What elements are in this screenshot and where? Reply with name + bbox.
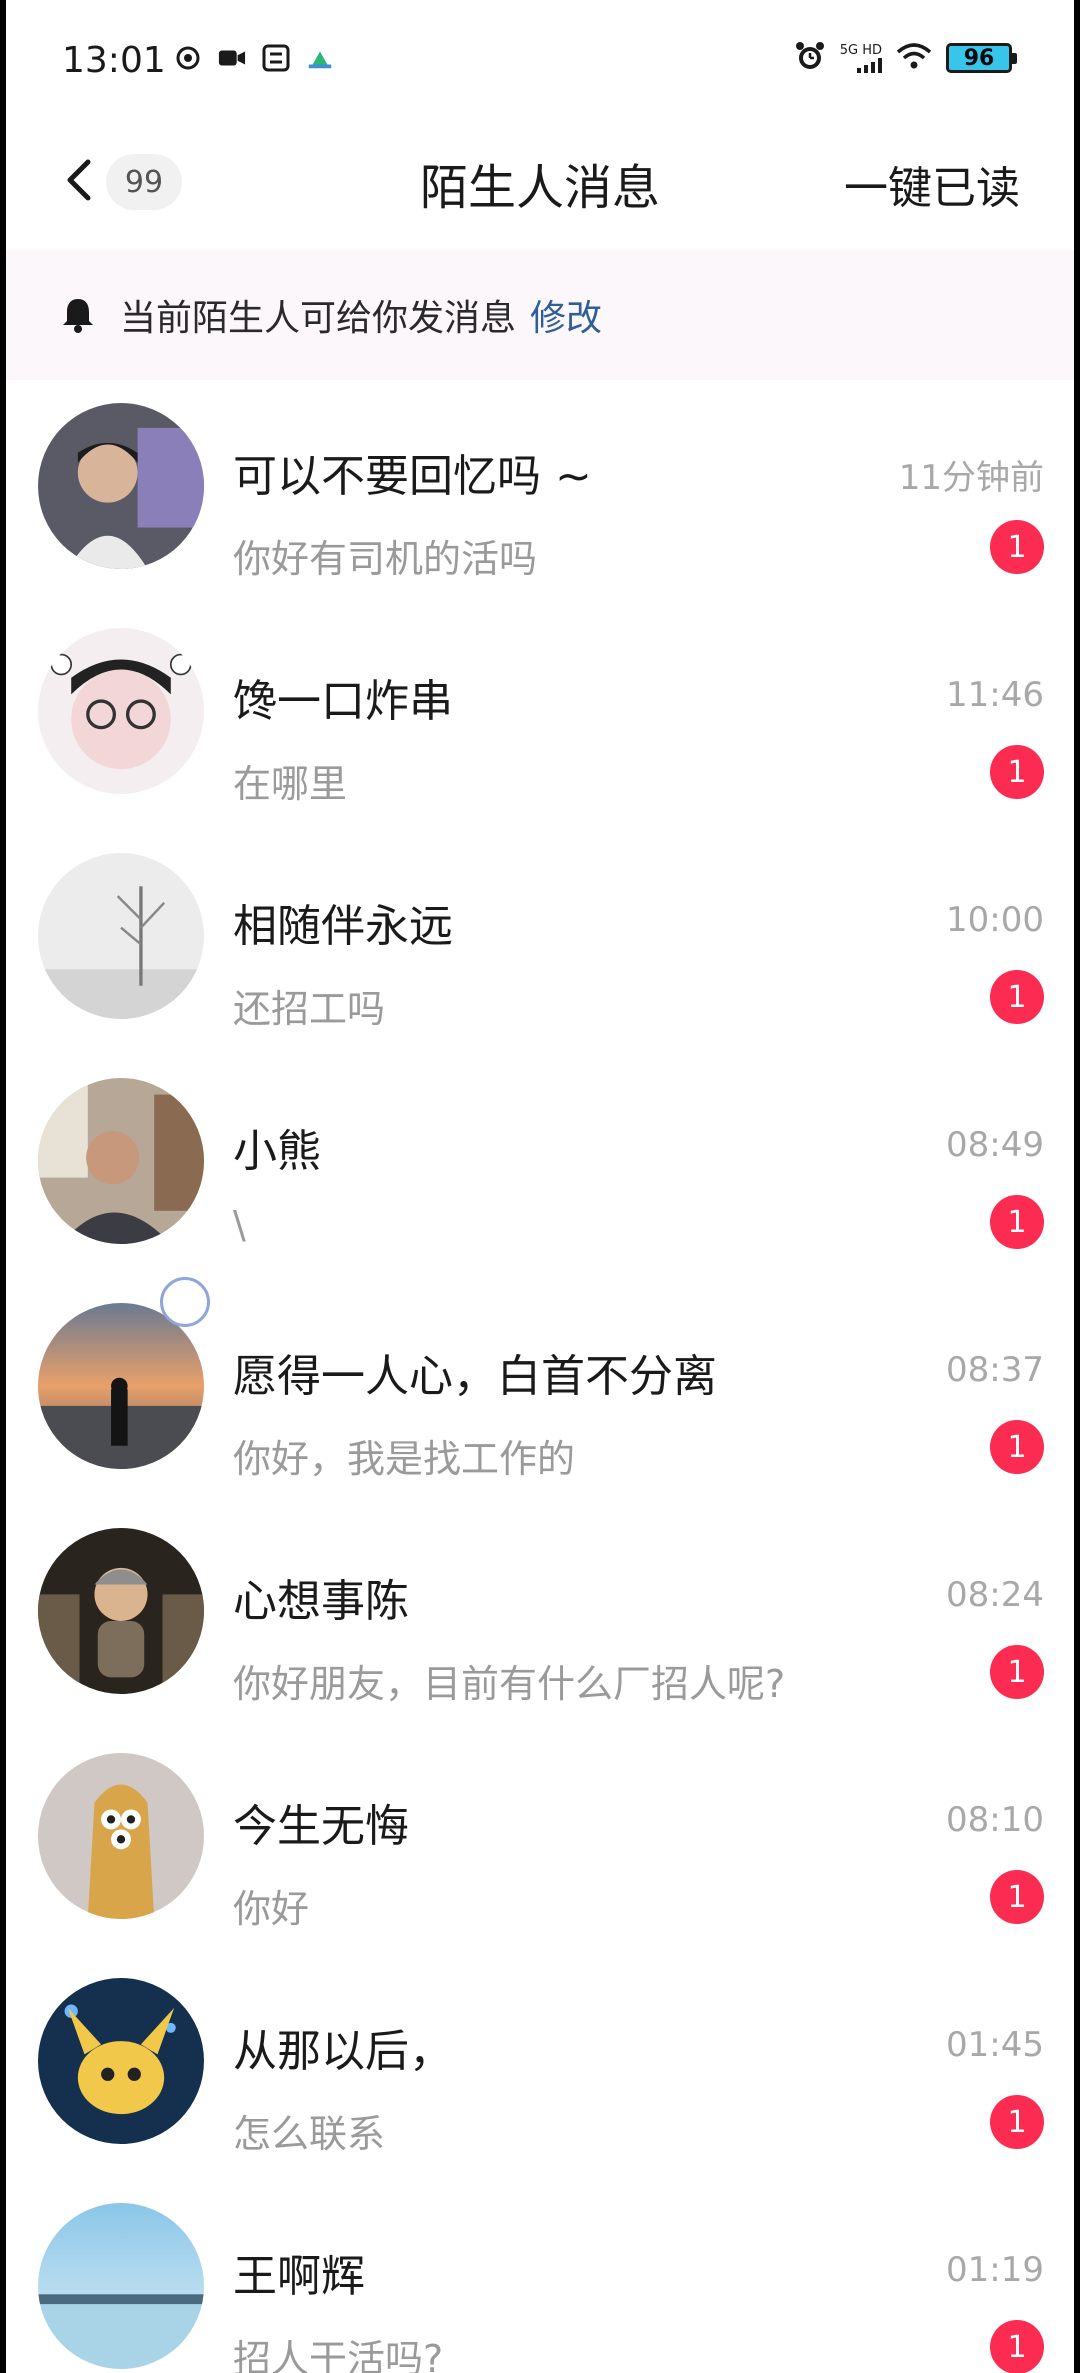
message-time: 08:10 (946, 1800, 1044, 1840)
battery-icon: 96 (946, 43, 1017, 73)
contact-name: 心想事陈 (233, 1576, 409, 1627)
message-time: 08:49 (946, 1125, 1044, 1165)
message-time: 10:00 (946, 900, 1044, 940)
conversation-row[interactable]: 从那以后， 怎么联系 01:45 1 (6, 1955, 1074, 2180)
mark-all-read-button[interactable]: 一键已读 (844, 152, 1020, 216)
avatar (38, 1078, 204, 1244)
conversation-row[interactable]: 小熊 \ 08:49 1 (6, 1055, 1074, 1280)
message-preview: 怎么联系 (233, 2112, 386, 2156)
status-icons-left (174, 44, 334, 72)
message-time: 11:46 (946, 675, 1044, 715)
unread-badge: 1 (990, 520, 1044, 574)
contact-name: 可以不要回忆吗 ~ (233, 451, 592, 502)
contact-name: 相随伴永远 (233, 901, 453, 952)
message-time: 08:37 (946, 1350, 1044, 1390)
message-time: 01:45 (946, 2025, 1044, 2065)
message-preview: 你好朋友，目前有什么厂招人呢? (233, 1662, 786, 1706)
message-preview: 招人干活吗? (233, 2337, 444, 2373)
touch-indicator (160, 1277, 210, 1327)
message-preview: 你好 (233, 1887, 310, 1931)
conversation-row[interactable]: 可以不要回忆吗 ~ 你好有司机的活吗 11分钟前 1 (6, 380, 1074, 605)
message-preview: \ (233, 1203, 246, 1247)
avatar (38, 853, 204, 1019)
avatar (38, 1978, 204, 2144)
message-time: 11分钟前 (898, 458, 1044, 498)
unread-badge: 1 (990, 2320, 1044, 2373)
conversation-row[interactable]: 今生无悔 你好 08:10 1 (6, 1730, 1074, 1955)
avatar (38, 1753, 204, 1919)
avatar (38, 1303, 204, 1469)
unread-badge: 1 (990, 1195, 1044, 1249)
contact-name: 王啊辉 (233, 2251, 365, 2302)
message-time: 08:24 (946, 1575, 1044, 1615)
video-icon (218, 44, 246, 72)
message-preview: 你好，我是找工作的 (233, 1437, 576, 1481)
contact-name: 今生无悔 (233, 1801, 409, 1852)
unread-badge: 1 (990, 1870, 1044, 1924)
unread-badge: 1 (990, 1645, 1044, 1699)
unread-badge: 1 (990, 970, 1044, 1024)
message-time: 01:19 (946, 2250, 1044, 2290)
unread-badge: 1 (990, 1420, 1044, 1474)
conversation-row[interactable]: 王啊辉 招人干活吗? 01:19 1 (6, 2180, 1074, 2373)
conversation-row[interactable]: 心想事陈 你好朋友，目前有什么厂招人呢? 08:24 1 (6, 1505, 1074, 1730)
avatar (38, 1528, 204, 1694)
message-preview: 你好有司机的活吗 (233, 537, 538, 581)
cloud-icon (306, 44, 334, 72)
unread-badge: 1 (990, 745, 1044, 799)
conversation-row[interactable]: 馋一口炸串 在哪里 11:46 1 (6, 605, 1074, 830)
bell-icon (63, 299, 93, 333)
status-bar: 13:01 5G HD 96 (6, 0, 1074, 120)
avatar (38, 403, 204, 569)
battery-level: 96 (963, 45, 995, 71)
status-icons-right: 5G HD 96 (794, 40, 1017, 76)
conversation-row[interactable]: 相随伴永远 还招工吗 10:00 1 (6, 830, 1074, 1055)
contact-name: 愿得一人心，白首不分离 (233, 1351, 717, 1402)
swirl-icon (174, 44, 202, 72)
modify-link[interactable]: 修改 (530, 289, 602, 341)
network-type: 5G HD (839, 42, 882, 58)
app-icon (262, 44, 290, 72)
message-preview: 还招工吗 (233, 987, 386, 1031)
contact-name: 从那以后， (233, 2026, 453, 2077)
alarm-icon (794, 40, 826, 76)
status-time: 13:01 (62, 40, 166, 81)
avatar (38, 628, 204, 794)
signal-icon: 5G HD (840, 44, 882, 73)
screen: 13:01 5G HD 96 99 陌生人消息 一键已读 当前陌生人可给你发消息… (6, 0, 1074, 2373)
avatar (38, 2203, 204, 2369)
conversation-list: 可以不要回忆吗 ~ 你好有司机的活吗 11分钟前 1 馋一口炸串 在哪里 11:… (6, 380, 1074, 2373)
message-preview: 在哪里 (233, 762, 348, 806)
notice-text: 当前陌生人可给你发消息 (120, 298, 517, 339)
notice-bar: 当前陌生人可给你发消息 修改 (6, 250, 1074, 380)
unread-badge: 1 (990, 2095, 1044, 2149)
wifi-icon (896, 42, 932, 74)
contact-name: 小熊 (233, 1126, 321, 1177)
header: 99 陌生人消息 一键已读 (6, 120, 1074, 251)
contact-name: 馋一口炸串 (233, 676, 453, 727)
